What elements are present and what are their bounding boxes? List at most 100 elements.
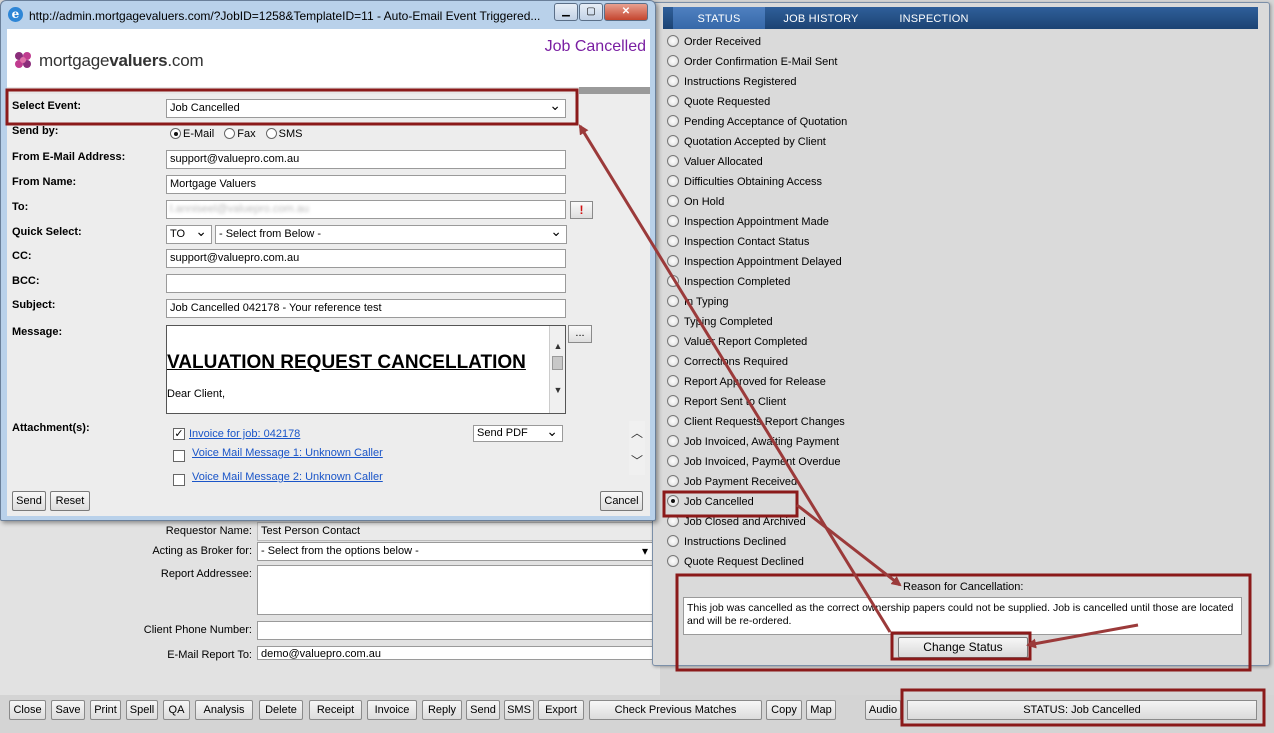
receipt-button[interactable]: Receipt — [309, 700, 362, 720]
to-alert-button[interactable]: ! — [570, 201, 593, 219]
radio-icon[interactable] — [667, 135, 679, 147]
status-option-report-approved-for-release[interactable]: Report Approved for Release — [667, 373, 826, 393]
close-icon[interactable]: ✕ — [604, 3, 648, 21]
qa-button[interactable]: QA — [163, 700, 190, 720]
maximize-icon[interactable]: ▢ — [579, 3, 603, 21]
attachments-scroll-down-icon[interactable]: ﹀ — [629, 453, 645, 469]
copy-button[interactable]: Copy — [766, 700, 802, 720]
radio-icon[interactable] — [667, 275, 679, 287]
subject-field[interactable]: Job Cancelled 042178 - Your reference te… — [166, 299, 566, 318]
radio-icon[interactable] — [667, 195, 679, 207]
radio-icon[interactable] — [667, 475, 679, 487]
status-option-job-cancelled[interactable]: Job Cancelled — [667, 493, 754, 513]
tab-inspection[interactable]: INSPECTION — [888, 7, 980, 29]
status-option-inspection-appointment-delayed[interactable]: Inspection Appointment Delayed — [667, 253, 842, 273]
send-button[interactable]: Send — [12, 491, 46, 511]
attachment-checkbox-voicemail-2[interactable] — [173, 474, 185, 486]
addressee-textarea[interactable] — [257, 565, 653, 615]
radio-icon[interactable] — [667, 315, 679, 327]
radio-icon[interactable] — [667, 495, 679, 507]
radio-icon[interactable] — [667, 375, 679, 387]
export-button[interactable]: Export — [538, 700, 584, 720]
radio-icon[interactable] — [667, 35, 679, 47]
quick-select-dropdown[interactable]: - Select from Below - — [215, 223, 567, 244]
send-toolbar-button[interactable]: Send — [466, 700, 500, 720]
attachment-checkbox-voicemail-1[interactable] — [173, 450, 185, 462]
radio-icon[interactable] — [667, 515, 679, 527]
status-option-client-requests-report-changes[interactable]: Client Requests Report Changes — [667, 413, 845, 433]
window-titlebar[interactable]: e http://admin.mortgagevaluers.com/?JobI… — [1, 1, 655, 29]
status-option-on-hold[interactable]: On Hold — [667, 193, 724, 213]
status-option-inspection-contact-status[interactable]: Inspection Contact Status — [667, 233, 809, 253]
attachment-link-voicemail-1[interactable]: Voice Mail Message 1: Unknown Caller — [192, 447, 383, 459]
message-editor[interactable]: VALUATION REQUEST CANCELLATION Dear Clie… — [166, 325, 566, 414]
radio-icon[interactable] — [667, 555, 679, 567]
status-option-instructions-registered[interactable]: Instructions Registered — [667, 73, 797, 93]
send-pdf-dropdown[interactable]: Send PDF — [473, 423, 563, 442]
attachment-link-invoice[interactable]: Invoice for job: 042178 — [189, 428, 300, 440]
check-previous-matches-button[interactable]: Check Previous Matches — [589, 700, 762, 720]
reply-button[interactable]: Reply — [422, 700, 462, 720]
email-radio[interactable] — [170, 128, 181, 139]
status-option-inspection-appointment-made[interactable]: Inspection Appointment Made — [667, 213, 829, 233]
status-option-quote-requested[interactable]: Quote Requested — [667, 93, 770, 113]
status-option-report-sent-to-client[interactable]: Report Sent to Client — [667, 393, 786, 413]
cc-field[interactable]: support@valuepro.com.au — [166, 249, 566, 268]
status-option-instructions-declined[interactable]: Instructions Declined — [667, 533, 786, 553]
attachment-link-voicemail-2[interactable]: Voice Mail Message 2: Unknown Caller — [192, 471, 383, 483]
radio-icon[interactable] — [667, 175, 679, 187]
status-option-inspection-completed[interactable]: Inspection Completed — [667, 273, 790, 293]
reset-button[interactable]: Reset — [50, 491, 90, 511]
send-by-fax[interactable]: Fax — [224, 128, 256, 140]
sms-button[interactable]: SMS — [504, 700, 534, 720]
spell-button[interactable]: Spell — [126, 700, 158, 720]
radio-icon[interactable] — [667, 255, 679, 267]
tab-job-history[interactable]: JOB HISTORY — [775, 7, 867, 29]
radio-icon[interactable] — [667, 235, 679, 247]
radio-icon[interactable] — [667, 295, 679, 307]
radio-icon[interactable] — [667, 155, 679, 167]
message-options-button[interactable]: ... — [568, 325, 592, 343]
status-option-job-payment-received[interactable]: Job Payment Received — [667, 473, 797, 493]
status-option-corrections-required[interactable]: Corrections Required — [667, 353, 788, 373]
delete-button[interactable]: Delete — [259, 700, 303, 720]
radio-icon[interactable] — [667, 115, 679, 127]
radio-icon[interactable] — [667, 355, 679, 367]
to-field[interactable]: l.anniseel@valuepro.com.au — [166, 200, 566, 219]
send-by-email[interactable]: E-Mail — [170, 128, 214, 140]
cancel-button[interactable]: Cancel — [600, 491, 643, 511]
sms-radio[interactable] — [265, 128, 277, 139]
print-button[interactable]: Print — [90, 700, 121, 720]
status-option-job-invoiced-payment-overdue[interactable]: Job Invoiced, Payment Overdue — [667, 453, 841, 473]
broker-select[interactable]: - Select from the options below - — [257, 542, 653, 561]
scroll-thumb[interactable] — [552, 356, 563, 370]
attachment-checkbox-invoice[interactable]: ✓ — [173, 428, 185, 440]
status-option-pending-acceptance-of-quotation[interactable]: Pending Acceptance of Quotation — [667, 113, 847, 133]
status-option-quotation-accepted-by-client[interactable]: Quotation Accepted by Client — [667, 133, 826, 153]
quick-select-type-dropdown[interactable]: TO — [166, 223, 212, 244]
status-option-job-invoiced-awaiting-payment[interactable]: Job Invoiced, Awaiting Payment — [667, 433, 839, 453]
bcc-field[interactable] — [166, 274, 566, 293]
radio-icon[interactable] — [667, 55, 679, 67]
status-option-difficulties-obtaining-access[interactable]: Difficulties Obtaining Access — [667, 173, 822, 193]
radio-icon[interactable] — [667, 95, 679, 107]
status-option-valuer-report-completed[interactable]: Valuer Report Completed — [667, 333, 807, 353]
minimize-icon[interactable]: ▁ — [554, 3, 578, 21]
tab-status[interactable]: STATUS — [673, 7, 765, 29]
email-report-field[interactable]: demo@valuepro.com.au — [257, 646, 653, 660]
audio-button[interactable]: Audio — [865, 700, 901, 720]
map-button[interactable]: Map — [806, 700, 836, 720]
radio-icon[interactable] — [667, 215, 679, 227]
status-option-typing-completed[interactable]: Typing Completed — [667, 313, 773, 333]
message-scrollbar[interactable]: ▲ ▼ — [549, 326, 565, 413]
fax-radio[interactable] — [224, 128, 236, 139]
radio-icon[interactable] — [667, 75, 679, 87]
select-event-dropdown[interactable]: Job Cancelled — [166, 99, 566, 118]
send-by-sms[interactable]: SMS — [265, 128, 302, 140]
analysis-button[interactable]: Analysis — [195, 700, 253, 720]
phone-field[interactable] — [257, 621, 653, 640]
scroll-up-icon[interactable]: ▲ — [550, 338, 566, 354]
status-option-job-closed-and-archived[interactable]: Job Closed and Archived — [667, 513, 806, 533]
change-status-button[interactable]: Change Status — [898, 637, 1028, 658]
radio-icon[interactable] — [667, 535, 679, 547]
